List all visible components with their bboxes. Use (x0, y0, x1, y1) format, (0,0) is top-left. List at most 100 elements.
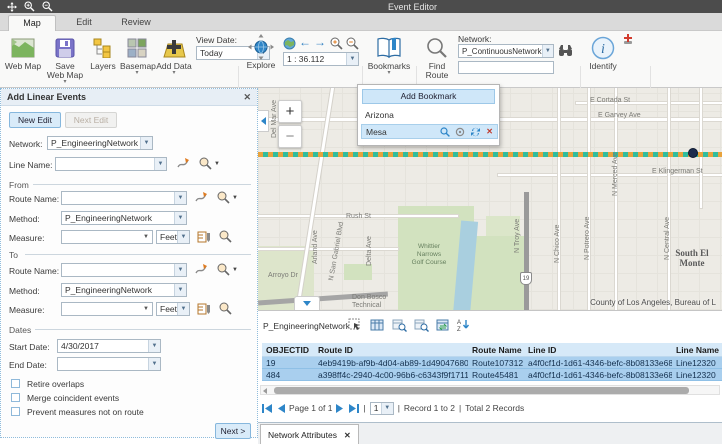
table-row[interactable]: 19 4eb9419b-af9b-4d04-ab89-1d490476802b … (262, 357, 722, 369)
prevent-measures-checkbox[interactable] (11, 407, 20, 416)
scroll-left-arrow[interactable] (263, 388, 267, 394)
chevron-left-icon (261, 117, 266, 125)
zoom-to-route-icon[interactable]: ▼ (217, 263, 238, 276)
column-header[interactable]: Route Name (468, 345, 524, 355)
map-zoom-out-icon[interactable] (346, 37, 359, 50)
add-data-dropdown-arrow[interactable]: ▾ (156, 71, 192, 76)
next-button[interactable]: Next > (215, 423, 251, 439)
tab-review[interactable]: Review (112, 15, 160, 31)
close-icon[interactable]: ✕ (243, 92, 251, 103)
map-zoom-in-button[interactable]: + (278, 100, 302, 123)
back-extent-icon[interactable]: ← (299, 35, 311, 49)
street-label: Rush St (346, 213, 371, 220)
tab-network-attributes[interactable]: Network Attributes ✕ (260, 424, 359, 444)
column-header[interactable]: OBJECTID (262, 345, 314, 355)
next-edit-button[interactable]: Next Edit (65, 112, 117, 128)
next-page-icon[interactable] (336, 404, 344, 413)
zoom-out-icon[interactable] (42, 1, 53, 12)
basemap-button[interactable]: Basemap ▾ (120, 36, 154, 76)
add-bookmark-button[interactable]: Add Bookmark (362, 89, 495, 104)
pan-to-bookmark-icon[interactable] (455, 127, 465, 137)
select-route-on-map-icon[interactable] (195, 263, 208, 276)
update-bookmark-icon[interactable] (470, 127, 481, 137)
bookmark-item-mesa[interactable]: Mesa ✕ (361, 124, 498, 139)
column-header[interactable]: Route ID (314, 345, 468, 355)
to-unit-select[interactable]: Feet▼ (156, 302, 190, 316)
select-route-on-map-icon[interactable] (195, 191, 208, 204)
add-data-button[interactable]: Add Data ▾ (156, 36, 192, 76)
start-date-input[interactable]: 4/30/2017▼ (57, 339, 161, 353)
from-method-select[interactable]: P_EngineeringNetwork▼ (61, 211, 187, 225)
last-page-icon[interactable] (348, 404, 359, 413)
close-tab-icon[interactable]: ✕ (344, 431, 351, 440)
save-web-map-button[interactable]: Save Web Map ▾ (46, 36, 84, 85)
bookmarks-button[interactable]: Bookmarks ▾ (366, 36, 412, 76)
retire-overlaps-checkbox[interactable] (11, 379, 20, 388)
tab-map[interactable]: Map (8, 15, 56, 31)
table-options-icon[interactable] (370, 318, 384, 332)
new-edit-button[interactable]: New Edit (9, 112, 61, 128)
zoom-to-route-icon[interactable]: ▼ (217, 191, 238, 204)
network-select[interactable]: P_ContinuousNetwork▼ (458, 44, 554, 58)
basemap-dropdown-arrow[interactable]: ▾ (120, 71, 154, 76)
scale-select[interactable]: 1 : 36.112▼ (283, 52, 359, 66)
column-header[interactable]: Line Name (672, 345, 722, 355)
zoom-to-bookmark-icon[interactable] (440, 127, 450, 137)
sort-icon[interactable]: AZ (456, 318, 470, 332)
zoom-to-selection-icon[interactable] (392, 318, 407, 332)
save-dropdown-arrow[interactable]: ▾ (46, 80, 84, 85)
web-map-button[interactable]: Web Map (4, 36, 42, 71)
layers-button[interactable]: Layers (88, 36, 118, 71)
select-line-on-map-icon[interactable] (177, 157, 190, 170)
page-number-select[interactable]: 1▼ (370, 402, 394, 415)
measure-zoom-icon[interactable] (219, 302, 232, 315)
collapse-bottom-panel-button[interactable] (294, 296, 320, 310)
horizontal-scrollbar[interactable] (260, 385, 720, 395)
poi-label-don-bosco: Don BoscoTechnical (352, 294, 402, 310)
forward-extent-icon[interactable]: → (314, 35, 326, 49)
to-method-select[interactable]: P_EngineeringNetwork▼ (61, 283, 187, 297)
to-measure-input[interactable]: ▼ (61, 302, 153, 316)
zoom-in-icon[interactable] (24, 1, 35, 12)
previous-page-icon[interactable] (277, 404, 285, 413)
tab-edit[interactable]: Edit (60, 15, 108, 31)
selection-options-icon[interactable] (348, 318, 362, 332)
measure-ruler-icon[interactable] (197, 230, 210, 243)
pan-to-selection-icon[interactable] (414, 318, 429, 332)
map-zoom-in-icon[interactable] (330, 37, 343, 50)
delete-bookmark-icon[interactable]: ✕ (486, 127, 493, 136)
from-unit-select[interactable]: Feet▼ (156, 230, 190, 244)
bookmarks-dropdown-arrow[interactable]: ▾ (366, 71, 412, 76)
add-identify-icon[interactable] (622, 34, 634, 46)
bookmark-item-arizona[interactable]: Arizona (361, 107, 498, 122)
to-route-name-label: Route Name: (9, 266, 59, 276)
chevron-down-icon[interactable]: ▼ (346, 53, 358, 65)
map-zoom-out-button[interactable]: − (278, 125, 302, 148)
street-label: Arland Ave (312, 230, 319, 264)
route-search-input[interactable] (458, 61, 554, 74)
first-page-icon[interactable] (262, 404, 273, 413)
end-date-input[interactable]: ▼ (57, 357, 161, 371)
identify-button[interactable]: i Identify (585, 36, 621, 71)
line-name-select[interactable]: ▼ (55, 157, 167, 171)
collapse-left-panel-button[interactable] (258, 110, 269, 132)
full-extent-icon[interactable] (283, 37, 296, 50)
chevron-down-icon[interactable]: ▼ (542, 45, 553, 57)
find-route-button[interactable]: Find Route (419, 36, 455, 80)
network-field-select[interactable]: P_EngineeringNetwork▼ (47, 136, 153, 150)
measure-zoom-icon[interactable] (219, 230, 232, 243)
pan-icon[interactable] (7, 2, 17, 12)
binoculars-icon[interactable] (558, 44, 573, 57)
to-route-name-select[interactable]: ▼ (61, 263, 187, 277)
measure-ruler-icon[interactable] (197, 302, 210, 315)
from-route-name-select[interactable]: ▼ (61, 191, 187, 205)
merge-coincident-events-checkbox[interactable] (11, 393, 20, 402)
scrollbar-thumb[interactable] (274, 387, 689, 394)
explore-button[interactable]: Explore (243, 35, 279, 70)
from-measure-input[interactable]: ▼ (61, 230, 153, 244)
column-header[interactable]: Line ID (524, 345, 672, 355)
table-row[interactable]: 484 a398ff4c-2940-4c00-96b6-c6343f9f1711… (262, 369, 722, 381)
zoom-to-line-icon[interactable]: ▼ (199, 157, 220, 170)
from-measure-label: Measure: (9, 233, 44, 243)
switch-selection-icon[interactable] (436, 318, 451, 332)
